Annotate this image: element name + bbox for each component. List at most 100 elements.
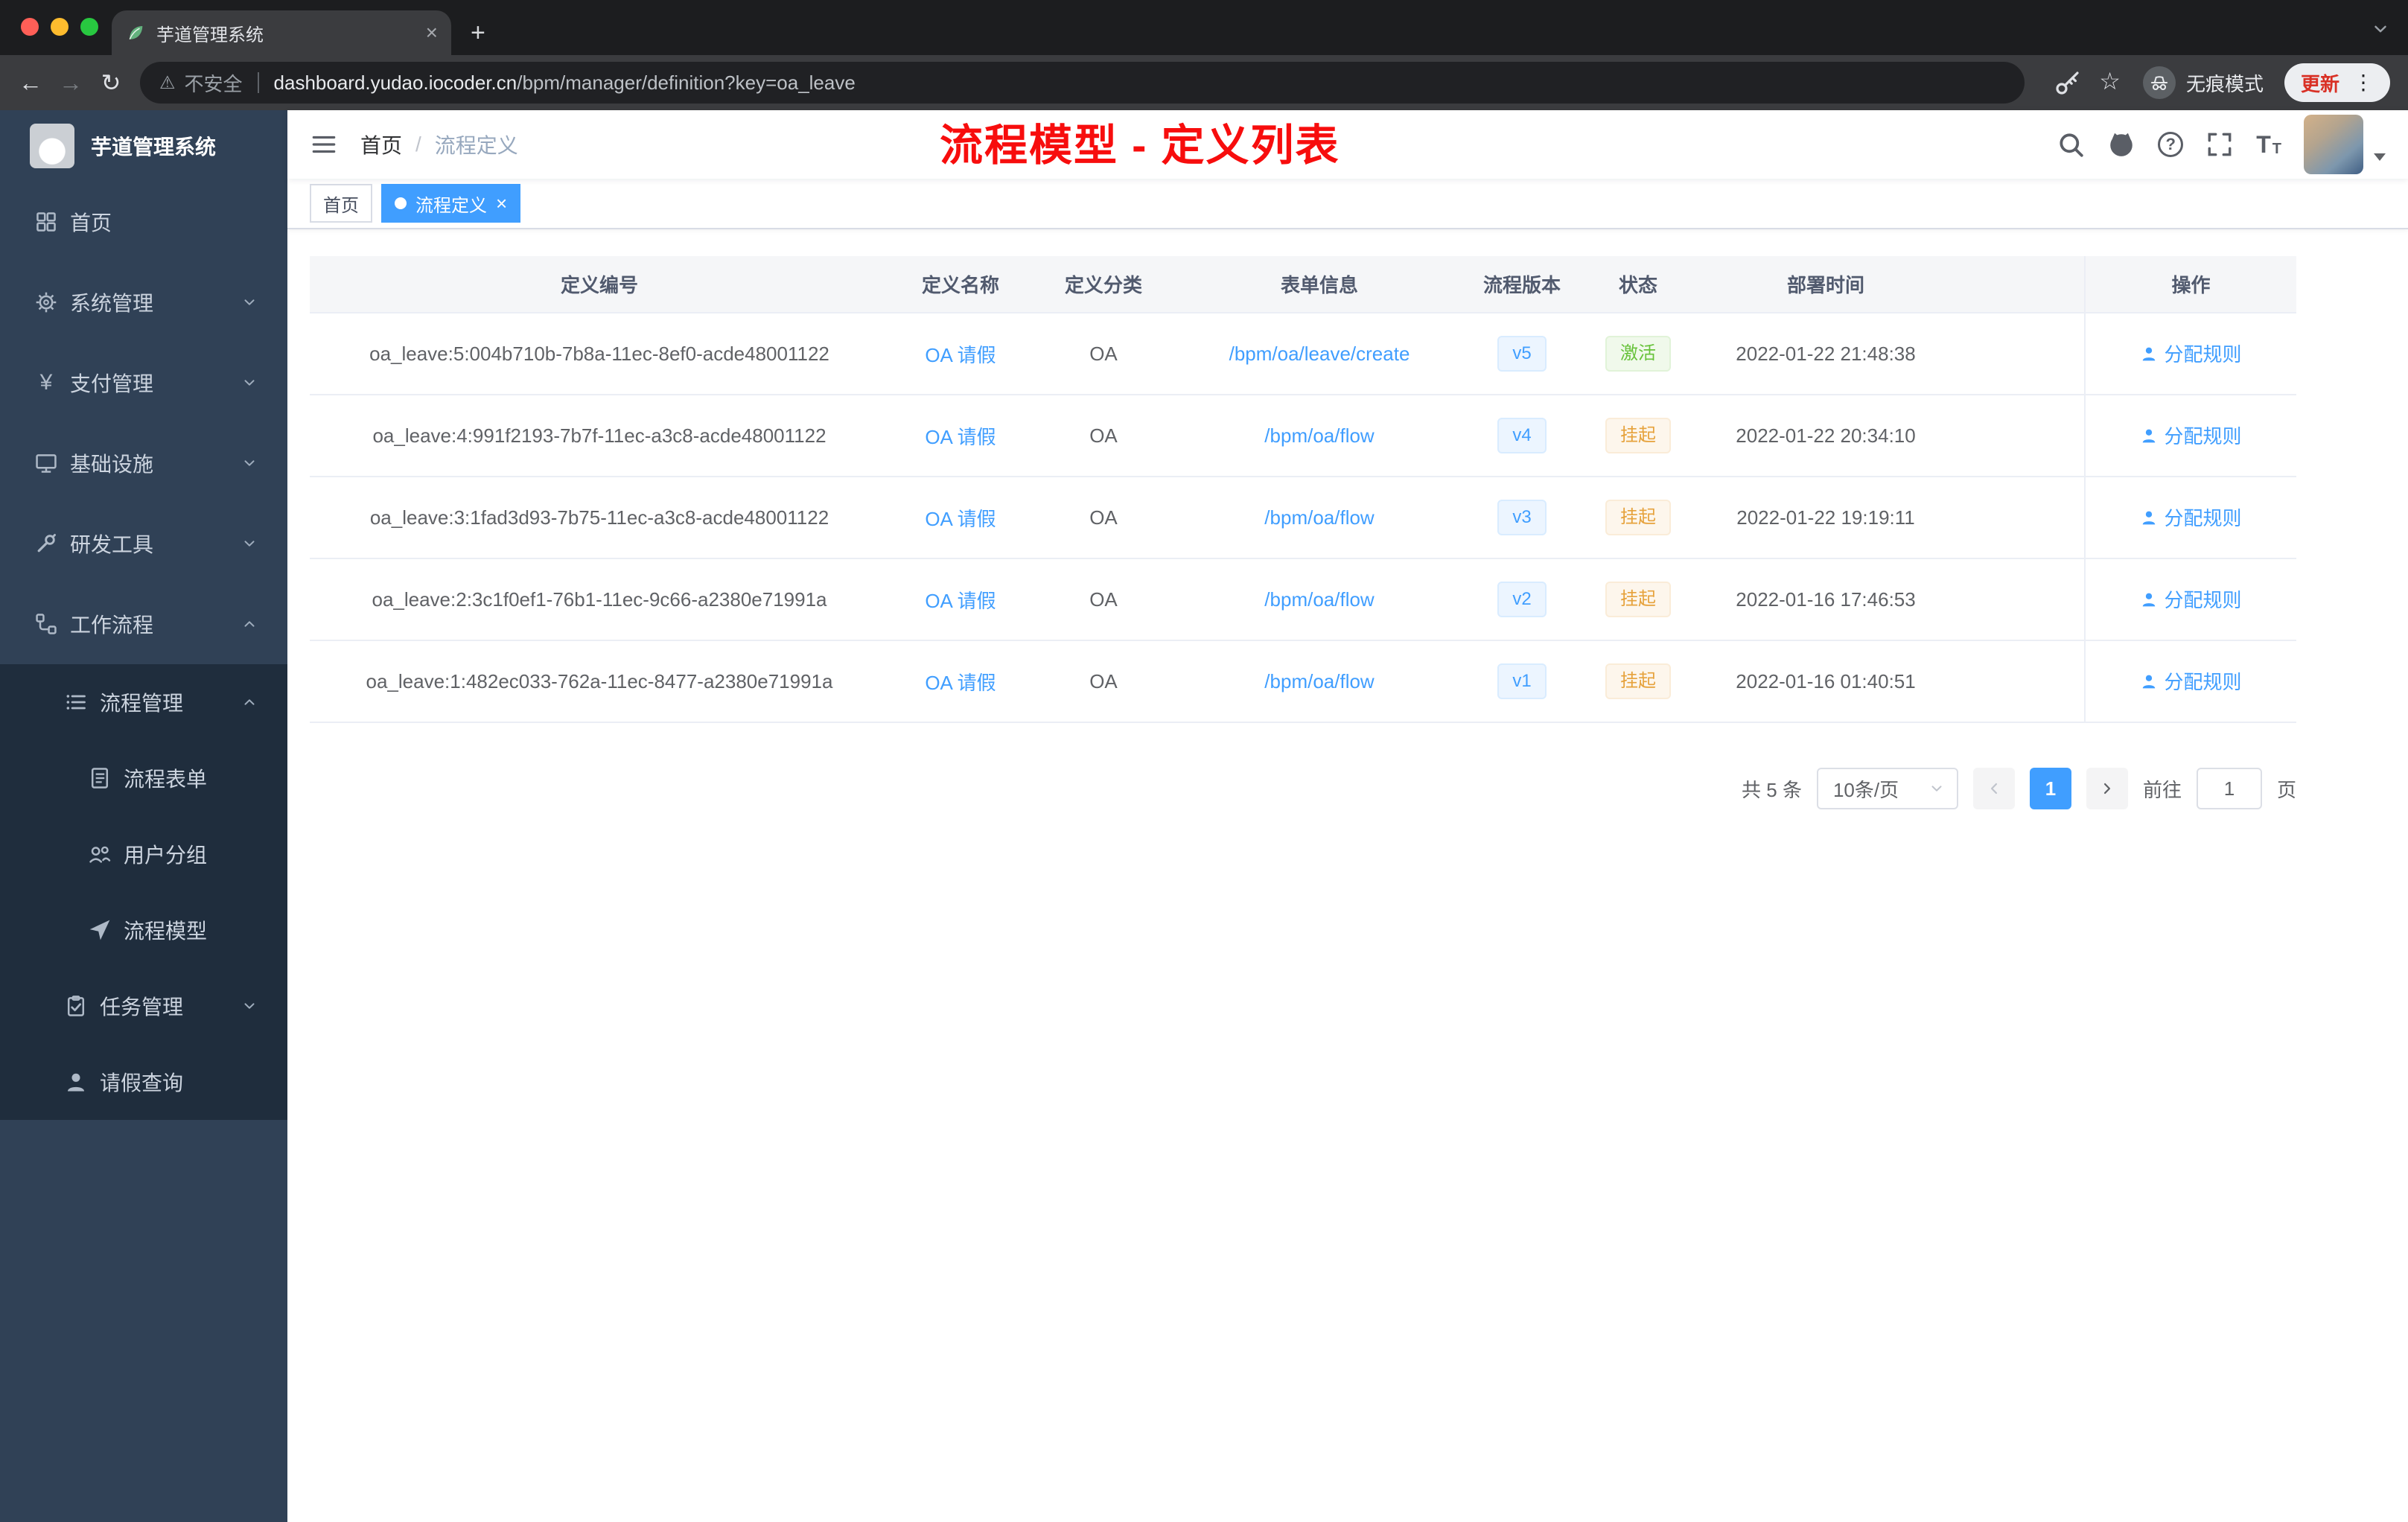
cell-version: v5 [1464,313,1580,395]
cell-definition-id: oa_leave:2:3c1f0ef1-76b1-11ec-9c66-a2380… [310,558,889,641]
fullscreen-icon[interactable] [2205,130,2234,159]
definition-name-link[interactable]: OA 请假 [925,672,996,694]
browser-menu-icon[interactable]: ⋮ [2353,72,2374,93]
sidebar-item-1[interactable]: 首页 [0,182,287,262]
next-page-button[interactable] [2086,768,2128,809]
assign-rule-link[interactable]: 分配规则 [2140,667,2242,695]
sidebar-item-12[interactable]: 请假查询 [0,1044,287,1120]
definition-name-link[interactable]: OA 请假 [925,508,996,530]
logo-avatar [30,124,74,168]
chevron-down-icon [241,998,258,1014]
pagination: 共 5 条 10条/页 1 前往 页 [310,768,2296,809]
send-icon [88,918,112,942]
tag-current[interactable]: 流程定义 × [381,184,521,223]
tag-home[interactable]: 首页 [310,184,372,223]
incognito-badge: 无痕模式 [2142,66,2264,99]
yen-icon: ¥ [39,370,53,395]
forward-button[interactable]: → [51,69,91,97]
minimize-window-button[interactable] [51,18,69,36]
assign-rule-link[interactable]: 分配规则 [2140,503,2242,531]
zoom-window-button[interactable] [80,18,98,36]
reload-button[interactable]: ↻ [91,69,131,97]
cell-deploy-time: 2022-01-22 21:48:38 [1696,313,1955,395]
tab-close-icon[interactable]: × [426,22,438,43]
update-button[interactable]: 更新 ⋮ [2284,63,2390,102]
new-tab-button[interactable]: + [471,19,485,46]
url-host: dashboard.yudao.iocoder.cn [273,71,517,94]
sidebar-item-5[interactable]: 研发工具 [0,503,287,584]
github-icon[interactable] [2107,130,2135,159]
definition-name-link[interactable]: OA 请假 [925,590,996,612]
sidebar-item-8[interactable]: 流程表单 [0,740,287,816]
form-link[interactable]: /bpm/oa/flow [1264,506,1374,529]
tab-search-chevron-icon[interactable] [2371,19,2390,39]
sidebar-logo[interactable]: 芋道管理系统 [0,110,287,182]
page-unit-label: 页 [2276,778,2296,801]
prev-page-button[interactable] [1972,768,2015,809]
definition-name-link[interactable]: OA 请假 [925,344,996,366]
page-1-button[interactable]: 1 [2029,768,2071,809]
goto-page-input[interactable] [2196,768,2262,809]
status-badge: 挂起 [1605,663,1671,699]
sidebar-item-10[interactable]: 流程模型 [0,892,287,968]
sidebar-item-7[interactable]: 流程管理 [0,664,287,740]
sidebar-item-11[interactable]: 任务管理 [0,968,287,1044]
user-avatar[interactable] [2304,115,2363,174]
status-badge: 挂起 [1605,582,1671,617]
page-size-select[interactable]: 10条/页 [1816,768,1958,809]
cell-definition-name: OA 请假 [889,558,1032,641]
sidebar-item-4[interactable]: 基础设施 [0,423,287,503]
assign-rule-link[interactable]: 分配规则 [2140,421,2242,449]
chevron-down-icon [241,535,258,552]
version-badge: v1 [1497,663,1547,699]
cell-category: OA [1032,313,1175,395]
status-badge: 挂起 [1605,500,1671,535]
form-link[interactable]: /bpm/oa/leave/create [1229,343,1410,365]
annotation-overlay-text: 流程模型 - 定义列表 [940,121,1340,170]
cell-category: OA [1032,395,1175,477]
assign-rule-link[interactable]: 分配规则 [2140,340,2242,367]
cell-definition-name: OA 请假 [889,477,1032,559]
page-content: 定义编号 定义名称 定义分类 表单信息 流程版本 状态 部署时间 操作 oa_leave:5:… [287,229,2408,1522]
address-bar[interactable]: ⚠ 不安全 dashboard.yudao.iocoder.cn/bpm/man… [140,62,2025,104]
breadcrumb-home[interactable]: 首页 [360,130,402,159]
sidebar-item-2[interactable]: 系统管理 [0,262,287,343]
back-button[interactable]: ← [10,69,51,97]
sidebar-item-9[interactable]: 用户分组 [0,816,287,892]
search-icon[interactable] [2057,130,2085,159]
cell-status: 挂起 [1580,640,1696,723]
tags-view: 首页 流程定义 × [287,179,2408,229]
sidebar-item-6[interactable]: 工作流程 [0,584,287,664]
breadcrumb-current: 流程定义 [434,134,518,157]
browser-tab[interactable]: 芋道管理系统 × [112,10,451,55]
cell-version: v4 [1464,395,1580,477]
cell-definition-id: oa_leave:3:1fad3d93-7b75-11ec-a3c8-acde4… [310,477,889,559]
incognito-label: 无痕模式 [2185,72,2264,95]
tag-close-icon[interactable]: × [496,194,507,213]
assign-rule-link[interactable]: 分配规则 [2140,585,2242,613]
tab-favicon-leaf-icon [125,22,146,43]
definition-name-link[interactable]: OA 请假 [925,426,996,448]
bookmark-star-icon[interactable]: ☆ [2099,69,2121,96]
hamburger-icon[interactable] [310,130,338,159]
gear-icon [34,290,58,314]
main-area: 首页 / 流程定义 流程模型 - 定义列表 首页 [287,110,2408,1522]
form-link[interactable]: /bpm/oa/flow [1264,670,1374,692]
close-window-button[interactable] [21,18,39,36]
cell-operations: 分配规则 [2084,558,2296,641]
font-size-icon[interactable] [2256,133,2281,156]
omnibox-divider [257,72,259,93]
cell-version: v2 [1464,558,1580,641]
help-icon[interactable] [2158,132,2184,157]
definition-table: 定义编号 定义名称 定义分类 表单信息 流程版本 状态 部署时间 操作 oa_leave:5:… [310,256,2296,723]
form-link[interactable]: /bpm/oa/flow [1264,424,1374,447]
chevron-down-icon [241,375,258,391]
sidebar-item-label: 流程模型 [124,920,208,943]
sidebar-item-3[interactable]: ¥ 支付管理 [0,343,287,423]
key-icon[interactable] [2054,69,2081,96]
cell-operations: 分配规则 [2084,477,2296,559]
sidebar-item-label: 支付管理 [70,372,154,395]
avatar-caret-icon[interactable] [2374,153,2386,161]
sidebar: 芋道管理系统 首页 系统管理 ¥ 支付管理 基础设施 研发工具 工作流程 流程管… [0,110,287,1522]
form-link[interactable]: /bpm/oa/flow [1264,588,1374,611]
